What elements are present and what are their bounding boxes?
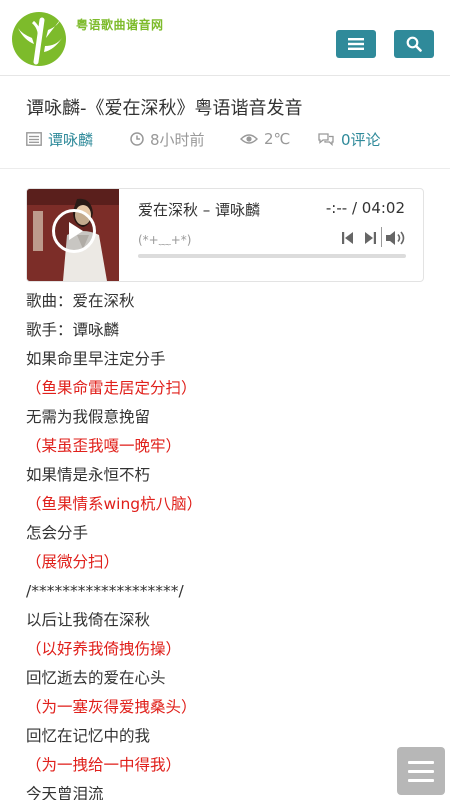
lyric-phonetic-line: （以好养我倚拽伤操） [26,640,182,658]
view-stat: 2℃ [240,128,290,150]
menu-bar-icon [408,760,434,764]
post-time: 8小时前 [130,128,205,150]
progress-bar[interactable] [138,254,406,258]
skip-forward-icon [365,232,376,244]
page-title: 谭咏麟-《爱在深秋》粤语谐音发音 [26,98,303,119]
lyric-line: 回忆在记忆中的我 [26,727,151,745]
play-button[interactable] [52,209,96,253]
divider [0,168,450,169]
author-link[interactable]: 谭咏麟 [26,128,93,150]
site-name[interactable]: 粤语歌曲谐音网 [76,16,164,33]
menu-bar-icon [408,778,434,782]
lyric-phonetic-line: （为一拽给一中得我） [26,756,182,774]
bamboo-logo-icon[interactable] [12,12,66,66]
search-icon [406,36,422,52]
volume-button[interactable] [385,229,407,247]
site-header: 粤语歌曲谐音网 [0,0,450,76]
comments-icon [317,132,335,146]
post-time-text: 8小时前 [150,130,205,149]
song-time: -:-- / 04:02 [325,199,405,217]
author-name[interactable]: 谭咏麟 [48,129,93,150]
floating-menu-button[interactable] [397,747,445,795]
lyric-line: 今天曾泪流 [26,785,104,800]
album-cover [27,189,119,281]
lyric-line: 无需为我假意挽留 [26,408,151,426]
lyric-line: 如果情是永恒不朽 [26,466,151,484]
lyric-line: 歌曲：爱在深秋 [26,292,135,310]
lyric-phonetic-line: （鱼果情系wing杭八脑） [26,495,203,513]
music-player: 爱在深秋 – 谭咏麟 -:-- / 04:02 (*+﹏+*) [26,188,424,282]
lyric-phonetic-line: （鱼果命雷走居定分扫） [26,379,197,397]
skip-back-icon [342,232,353,244]
song-title: 爱在深秋 – 谭咏麟 [138,201,261,219]
eye-icon [240,133,258,145]
comments-count[interactable]: 0评论 [341,129,381,150]
lyric-phonetic-line: （展微分扫） [26,553,120,571]
lyric-phonetic-line: （某虽歪我嘎一晚牢） [26,437,182,455]
menu-button[interactable] [336,30,376,58]
lyric-line: 回忆逝去的爱在心头 [26,669,166,687]
song-subtitle: (*+﹏+*) [138,233,192,247]
lyric-line: 歌手：谭咏麟 [26,321,120,339]
lyric-phonetic-line: （为一塞灰得爱拽桑头） [26,698,197,716]
volume-icon [386,231,405,245]
next-button[interactable] [364,229,376,247]
lyric-line: 如果命里早注定分手 [26,350,166,368]
lyric-line: 以后让我倚在深秋 [26,611,151,629]
lyric-line: /*******************/ [26,582,184,600]
weather-text: 2℃ [264,130,291,148]
control-separator [381,227,382,247]
prev-button[interactable] [342,229,354,247]
clock-icon [130,132,144,146]
category-icon [26,132,42,146]
lyric-line: 怎会分手 [26,524,89,542]
menu-bar-icon [408,769,434,773]
play-icon [69,222,83,240]
search-button[interactable] [394,30,434,58]
comments-link[interactable]: 0评论 [317,128,381,150]
lyrics-content: 歌曲：爱在深秋 歌手：谭咏麟如果命里早注定分手 （鱼果命雷走居定分扫） 无需为我假意挽… [26,287,426,800]
menu-icon [348,38,364,50]
